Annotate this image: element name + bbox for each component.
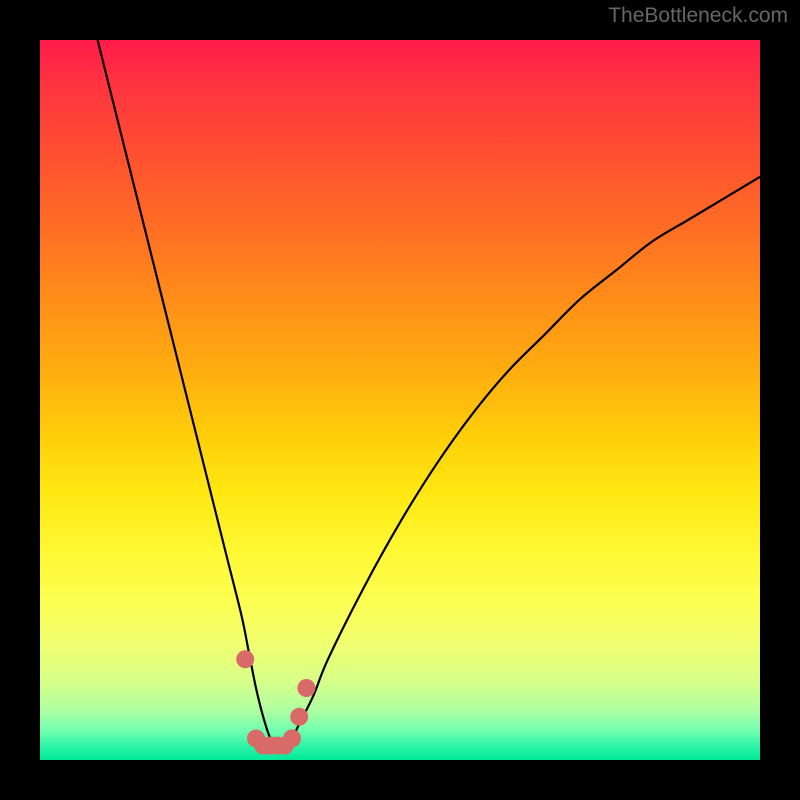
watermark-text: TheBottleneck.com (608, 4, 788, 28)
chart-svg (40, 40, 760, 760)
highlight-markers (236, 650, 315, 754)
bottleneck-curve-line (98, 40, 760, 747)
highlight-marker (290, 708, 308, 726)
highlight-marker (297, 679, 315, 697)
plot-area (40, 40, 760, 760)
highlight-marker (236, 650, 254, 668)
highlight-marker (283, 729, 301, 747)
